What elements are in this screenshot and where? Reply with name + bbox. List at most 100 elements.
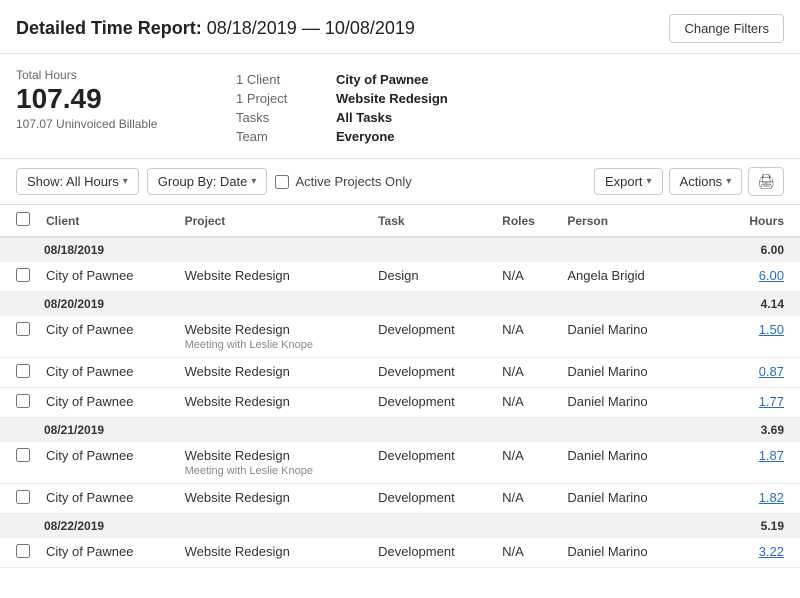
row-person: Daniel Marino [559,484,688,514]
group-chevron-icon: ▾ [251,176,256,187]
date-hours: 5.19 [688,514,800,539]
row-hours: 1.87 [688,442,800,484]
summary-val: Website Redesign [336,91,448,106]
row-person: Daniel Marino [559,388,688,418]
group-by-dropdown[interactable]: Group By: Date ▾ [147,168,268,195]
row-person: Daniel Marino [559,358,688,388]
actions-dropdown[interactable]: Actions ▾ [669,168,743,195]
col-person: Person [559,205,688,237]
total-hours-value: 107.49 [16,84,176,115]
row-checkbox[interactable] [16,448,30,462]
row-hours: 3.22 [688,538,800,568]
page-title: Detailed Time Report: 08/18/2019 — 10/08… [16,18,415,39]
row-project: Website Redesign [177,262,371,292]
toolbar-right: Export ▾ Actions ▾ 🖨 [594,167,784,196]
print-button[interactable]: 🖨 [748,167,784,196]
row-hours: 1.77 [688,388,800,418]
row-client: City of Pawnee [38,262,177,292]
hours-link[interactable]: 1.50 [759,322,784,337]
toolbar-left: Show: All Hours ▾ Group By: Date ▾ Activ… [16,168,412,195]
row-person: Daniel Marino [559,316,688,358]
hours-link[interactable]: 1.77 [759,394,784,409]
row-task: Development [370,484,494,514]
table-row: City of Pawnee Website Redesign Developm… [0,388,800,418]
row-sub-text: Meeting with Leslie Knope [185,465,363,477]
row-task: Development [370,388,494,418]
col-roles: Roles [494,205,559,237]
row-project: Website Redesign [177,538,371,568]
title-prefix: Detailed Time Report: [16,18,202,38]
row-task: Development [370,442,494,484]
row-task: Development [370,316,494,358]
table-header: Client Project Task Roles Person Hours [0,205,800,237]
hours-link[interactable]: 1.87 [759,448,784,463]
active-projects-filter[interactable]: Active Projects Only [275,174,411,189]
row-checkbox-cell [0,316,38,358]
table-row: City of Pawnee Website Redesign Developm… [0,484,800,514]
time-report-table: Client Project Task Roles Person Hours 0… [0,205,800,568]
summary-key: Tasks [236,110,326,125]
row-project: Website RedesignMeeting with Leslie Knop… [177,316,371,358]
print-icon: 🖨 [757,173,775,189]
date-label: 08/18/2019 [0,237,688,262]
hours-link[interactable]: 6.00 [759,268,784,283]
table-row: City of Pawnee Website Redesign Design N… [0,262,800,292]
col-project: Project [177,205,371,237]
row-person: Daniel Marino [559,442,688,484]
date-hours: 6.00 [688,237,800,262]
summary-key: 1 Client [236,72,326,87]
date-label: 08/22/2019 [0,514,688,539]
row-checkbox[interactable] [16,322,30,336]
summary-right: 1 ClientCity of Pawnee1 ProjectWebsite R… [236,68,448,144]
summary-row: Tasks All Tasks [236,110,448,125]
row-roles: N/A [494,388,559,418]
row-hours: 0.87 [688,358,800,388]
col-client: Client [38,205,177,237]
row-client: City of Pawnee [38,388,177,418]
toolbar: Show: All Hours ▾ Group By: Date ▾ Activ… [0,159,800,205]
page-header: Detailed Time Report: 08/18/2019 — 10/08… [0,0,800,54]
show-chevron-icon: ▾ [123,176,128,187]
summary-key: 1 Project [236,91,326,106]
row-client: City of Pawnee [38,538,177,568]
row-checkbox-cell [0,538,38,568]
select-all-checkbox[interactable] [16,212,30,226]
row-checkbox[interactable] [16,544,30,558]
export-dropdown[interactable]: Export ▾ [594,168,663,195]
table-row: City of Pawnee Website RedesignMeeting w… [0,316,800,358]
row-roles: N/A [494,538,559,568]
row-project: Website RedesignMeeting with Leslie Knop… [177,442,371,484]
hours-link[interactable]: 1.82 [759,490,784,505]
actions-chevron-icon: ▾ [726,176,731,187]
row-sub-text: Meeting with Leslie Knope [185,339,363,351]
row-checkbox[interactable] [16,490,30,504]
row-project: Website Redesign [177,484,371,514]
row-hours: 1.82 [688,484,800,514]
hours-link[interactable]: 3.22 [759,544,784,559]
summary-val: Everyone [336,129,395,144]
col-task: Task [370,205,494,237]
change-filters-button[interactable]: Change Filters [669,14,784,43]
hours-link[interactable]: 0.87 [759,364,784,379]
table-row: City of Pawnee Website Redesign Developm… [0,358,800,388]
row-checkbox-cell [0,442,38,484]
row-client: City of Pawnee [38,358,177,388]
row-person: Angela Brigid [559,262,688,292]
row-checkbox[interactable] [16,394,30,408]
row-person: Daniel Marino [559,538,688,568]
row-checkbox[interactable] [16,268,30,282]
table-body: 08/18/2019 6.00 City of Pawnee Website R… [0,237,800,568]
row-roles: N/A [494,484,559,514]
active-projects-checkbox[interactable] [275,175,289,189]
date-range: 08/18/2019 — 10/08/2019 [207,18,415,38]
date-group-row: 08/20/2019 4.14 [0,292,800,317]
show-dropdown[interactable]: Show: All Hours ▾ [16,168,139,195]
summary-section: Total Hours 107.49 107.07 Uninvoiced Bil… [0,54,800,159]
row-checkbox[interactable] [16,364,30,378]
row-hours: 1.50 [688,316,800,358]
row-roles: N/A [494,316,559,358]
row-client: City of Pawnee [38,442,177,484]
summary-val: All Tasks [336,110,392,125]
row-roles: N/A [494,262,559,292]
row-client: City of Pawnee [38,316,177,358]
